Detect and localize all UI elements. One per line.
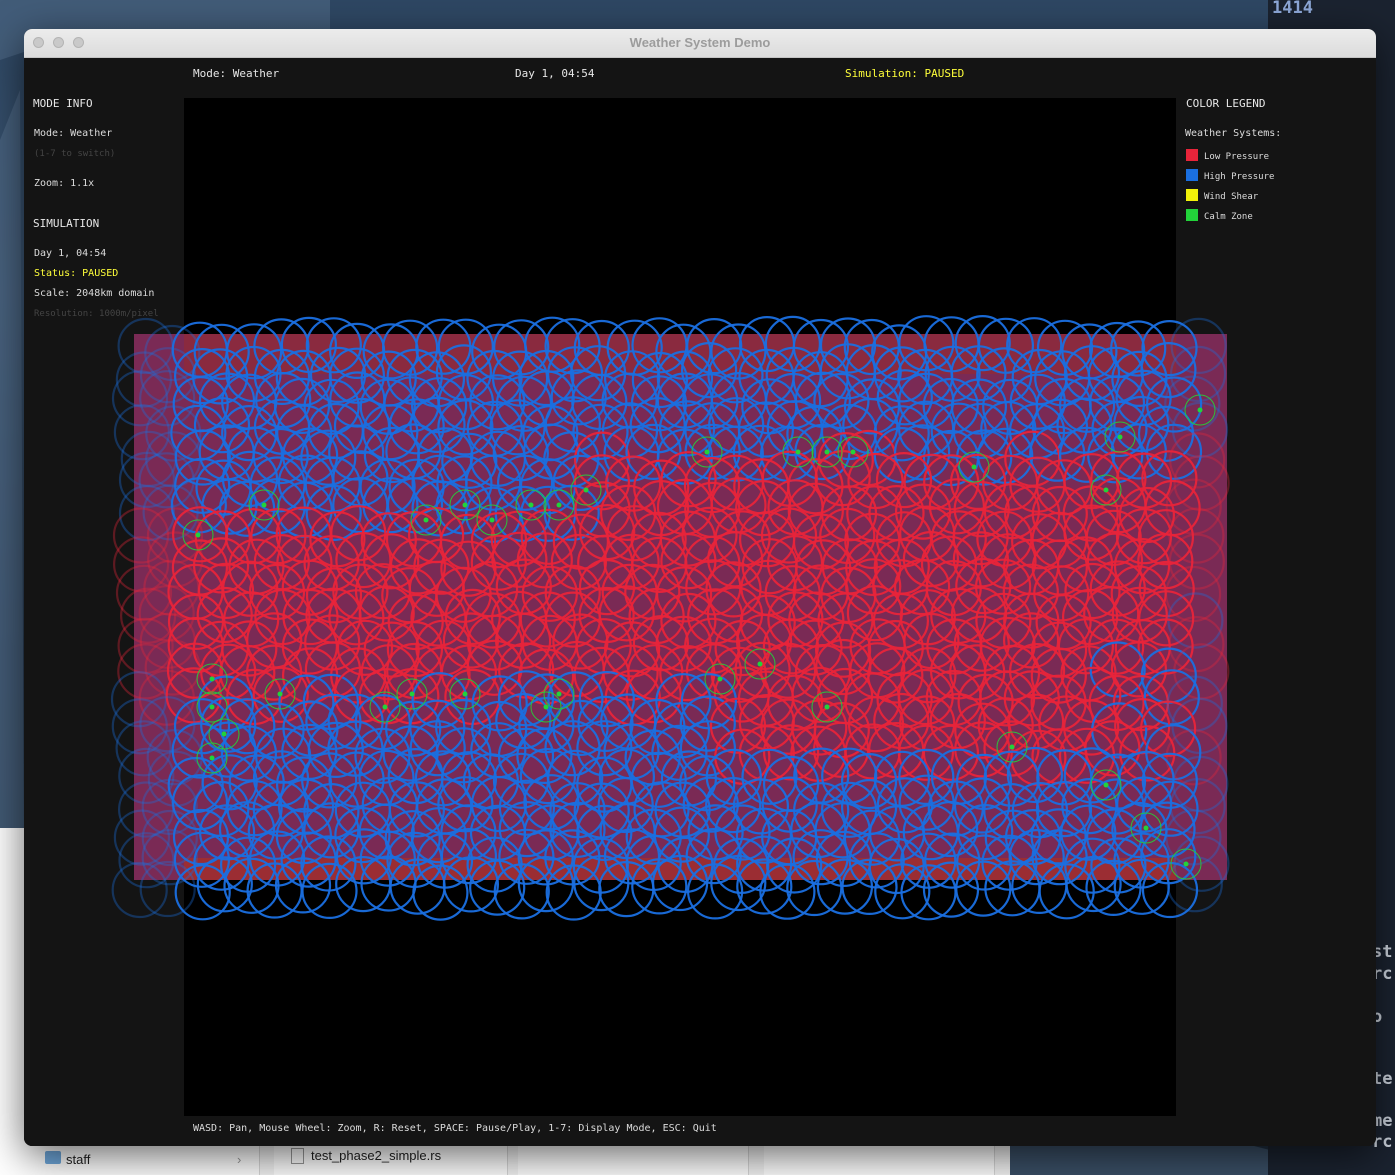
topbar-mode: Mode: Weather [193, 67, 280, 80]
chevron-right-icon: › [237, 1152, 242, 1167]
finder-item-staff[interactable]: staff [66, 1152, 90, 1167]
legend-subtitle: Weather Systems: [1185, 128, 1282, 139]
topbar-datetime: Day 1, 04:54 [515, 67, 595, 80]
window-title: Weather System Demo [629, 35, 771, 50]
legend-swatch-high-pressure [1186, 169, 1198, 181]
pressure-system-circle [1168, 533, 1225, 590]
pressure-system-circle [1169, 432, 1226, 489]
legend-label-calm-zone: Calm Zone [1204, 212, 1253, 222]
simulation-status: Status: PAUSED [34, 268, 119, 279]
legend-swatch-low-pressure [1186, 149, 1198, 161]
simulation-datetime: Day 1, 04:54 [34, 248, 107, 259]
mode-text: Mode: Weather [34, 128, 113, 139]
folder-icon [45, 1151, 61, 1164]
pressure-system-circle [117, 781, 175, 838]
pressure-system-circle [1169, 777, 1226, 835]
legend-label-wind-shear: Wind Shear [1204, 192, 1259, 202]
pressure-system-circle [1168, 507, 1225, 564]
legend-swatch-calm-zone [1186, 209, 1198, 221]
pressure-system-circle [111, 861, 168, 919]
pressure-system-circle [113, 404, 171, 461]
calm-zone-marker [1184, 394, 1216, 426]
calm-zone-center [1197, 407, 1203, 413]
pressure-system-circle [117, 317, 174, 375]
pressure-system-circle [118, 832, 175, 889]
pressure-system-circle [111, 698, 168, 755]
pressure-system-circle [1173, 835, 1230, 892]
pressure-system-circle [118, 747, 175, 805]
title-bar[interactable]: Weather System Demo [24, 29, 1376, 58]
scale-text: Scale: 2048km domain [34, 288, 155, 299]
legend-title: COLOR LEGEND [1186, 97, 1266, 110]
pressure-system-circle [110, 671, 168, 728]
zoom-text: Zoom: 1.1x [34, 178, 95, 189]
pressure-system-circle [118, 485, 176, 542]
pressure-system-circle [112, 536, 170, 593]
mode-hint: (1-7 to switch) [34, 149, 116, 159]
simulation-title: SIMULATION [33, 217, 100, 230]
pressure-system-circle [118, 451, 176, 508]
calm-zone-center [1183, 861, 1189, 867]
pressure-system-circle [112, 507, 170, 564]
topbar-simulation-status: Simulation: PAUSED [845, 67, 965, 80]
pressure-system-circle [115, 351, 173, 408]
pressure-system-circle [1171, 697, 1228, 755]
legend-label-high-pressure: High Pressure [1204, 172, 1275, 182]
pressure-system-circle [1173, 455, 1230, 512]
pressure-system-circle [111, 370, 169, 427]
legend-label-low-pressure: Low Pressure [1204, 152, 1270, 162]
file-icon [291, 1148, 304, 1164]
pressure-system-circle [1173, 643, 1230, 700]
legend-swatch-wind-shear [1186, 189, 1198, 201]
pressure-system-circle [115, 564, 173, 621]
mode-info-title: MODE INFO [33, 97, 93, 110]
terminal-line-number: 1414 [1272, 0, 1313, 18]
pressure-system-circle [120, 430, 177, 487]
pressure-system-circle [1167, 592, 1224, 649]
pressure-system-circle [1168, 615, 1225, 673]
simulation-viewport[interactable] [184, 98, 1176, 1116]
pressure-system-circle [113, 809, 171, 866]
app-content: Mode: Weather Day 1, 04:54 Simulation: P… [24, 58, 1376, 1146]
pressure-system-circle [1169, 345, 1227, 402]
finder-item-test-file[interactable]: test_phase2_simple.rs [311, 1148, 441, 1163]
weather-demo-window: Weather System Demo Mode: Weather Day 1,… [24, 29, 1376, 1146]
pressure-system-circle [1170, 317, 1227, 374]
pressure-system-circle [119, 587, 177, 644]
resolution-text: Resolution: 1000m/pixel [34, 309, 159, 319]
pressure-system-circle [115, 720, 172, 777]
pressure-system-circle [1171, 401, 1229, 458]
pressure-system-circle [1172, 755, 1229, 813]
controls-help-text: WASD: Pan, Mouse Wheel: Zoom, R: Reset, … [193, 1123, 717, 1134]
pressure-system-circle [117, 617, 174, 675]
pressure-system-circle [117, 643, 174, 700]
